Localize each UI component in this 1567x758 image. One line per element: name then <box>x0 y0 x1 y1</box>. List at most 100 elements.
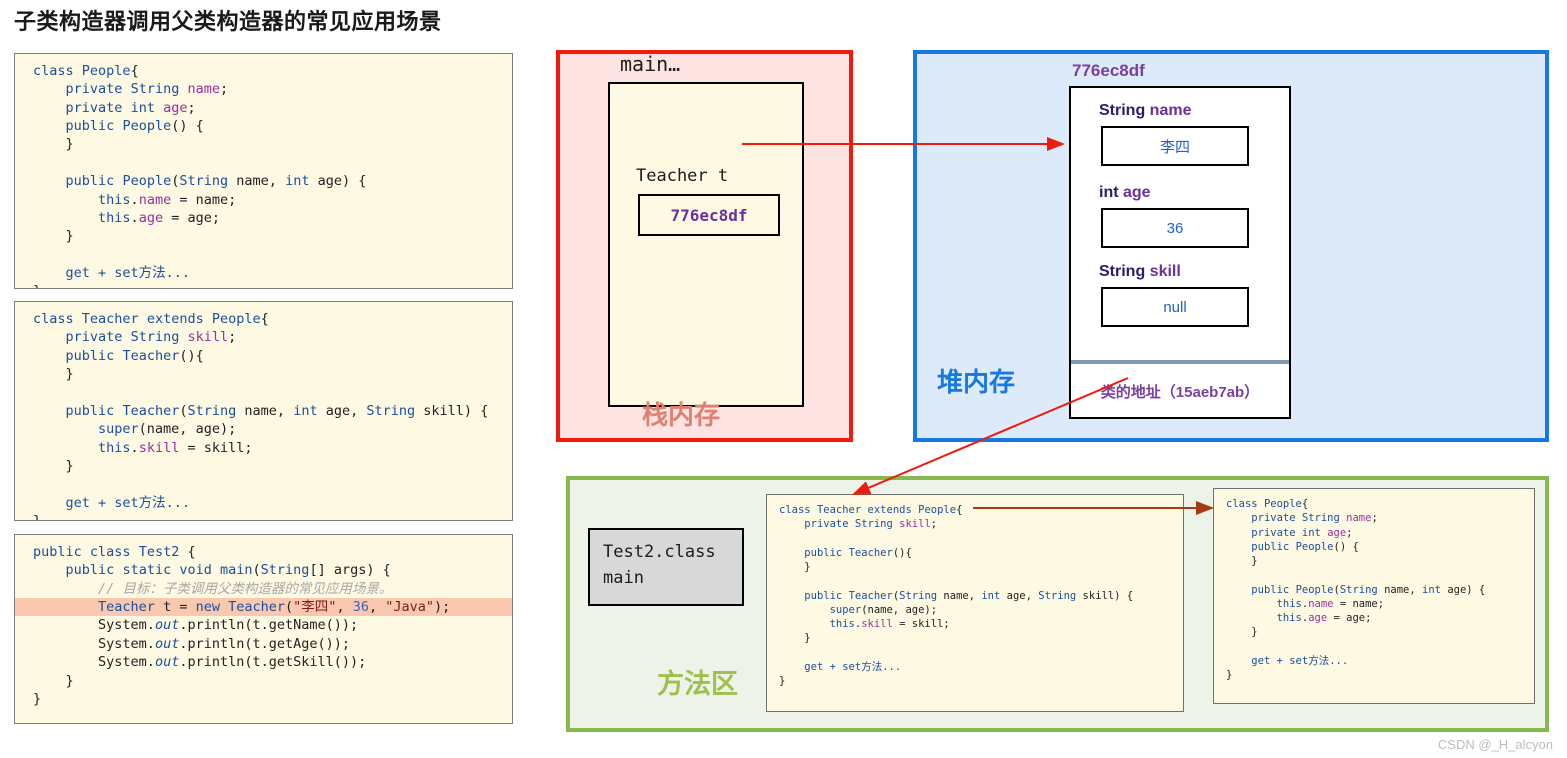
code-line: private String name; <box>65 81 229 98</box>
code-line: } <box>1251 555 1258 568</box>
code-line: get + set方法... <box>65 264 191 281</box>
heap-object-box: String name 李四 int age 36 String skill n… <box>1069 86 1291 419</box>
code-line: public People(String name, int age) { <box>1251 583 1486 596</box>
code-line: this.age = age; <box>1276 612 1372 625</box>
heap-field-label-name: String name <box>1099 102 1191 120</box>
code-block-teacher: class Teacher extends People{ private St… <box>14 301 513 521</box>
code-line: } <box>33 690 42 707</box>
code-line: } <box>65 672 74 689</box>
code-line: super(name, age); <box>829 603 938 616</box>
code-line: } <box>65 228 74 245</box>
class-file-box: Test2.class main <box>588 528 744 606</box>
code-line: this.age = age; <box>98 209 220 226</box>
code-line: public Teacher(String name, int age, Str… <box>804 589 1134 602</box>
code-line: private String skill; <box>65 329 237 346</box>
code-line: public Teacher(){ <box>804 546 912 559</box>
code-line: this.name = name; <box>1276 597 1385 610</box>
stack-memory-region: main… Teacher t 776ec8df 栈内存 <box>556 50 853 442</box>
code-line: private String skill; <box>804 518 938 531</box>
page-title: 子类构造器调用父类构造器的常见应用场景 <box>14 9 442 34</box>
class-file-member: main <box>603 568 644 589</box>
code-line: this.skill = skill; <box>98 439 253 456</box>
stack-variable-value: 776ec8df <box>670 205 748 225</box>
code-line: public People() { <box>1251 540 1359 553</box>
heap-memory-region: 776ec8df String name 李四 int age 36 Strin… <box>913 50 1549 442</box>
stack-memory-label: 栈内存 <box>642 400 721 430</box>
heap-field-label-age: int age <box>1099 184 1151 202</box>
field-name: skill <box>1149 263 1181 280</box>
field-value: null <box>1163 298 1187 316</box>
stack-variable-label: Teacher t <box>636 166 729 186</box>
method-area-region: Test2.class main 方法区 class Teacher exten… <box>566 476 1549 732</box>
code-line: public class Test2 { <box>33 544 196 560</box>
code-line: System.out.println(t.getSkill()); <box>98 654 367 671</box>
code-line: } <box>65 457 74 474</box>
heap-class-address-row: 类的地址（15aeb7ab） <box>1071 364 1289 419</box>
field-name: name <box>1149 102 1192 119</box>
code-line: private String name; <box>1251 512 1378 525</box>
code-line: } <box>65 366 74 383</box>
heap-field-value-box-age: 36 <box>1101 208 1249 248</box>
code-line: class People{ <box>33 63 139 79</box>
code-line: public People() { <box>65 118 204 135</box>
method-area-label: 方法区 <box>657 669 738 699</box>
code-line: get + set方法... <box>65 494 191 511</box>
code-line: public static void main(String[] args) { <box>65 562 391 579</box>
code-line: this.skill = skill; <box>829 618 950 631</box>
field-type: String <box>1099 102 1146 119</box>
code-line: public Teacher(){ <box>65 347 204 364</box>
class-file-name: Test2.class <box>603 542 716 562</box>
heap-class-address-label: 类的地址（15aeb7ab） <box>1100 384 1260 401</box>
heap-field-label-skill: String skill <box>1099 263 1181 281</box>
code-line: System.out.println(t.getName()); <box>98 617 359 634</box>
field-type: String <box>1099 263 1146 280</box>
code-line: get + set方法... <box>1251 654 1349 667</box>
code-line: public People(String name, int age) { <box>65 173 367 190</box>
code-line: } <box>804 561 811 574</box>
code-line: private int age; <box>1251 526 1353 539</box>
code-line: class Teacher extends People{ <box>33 311 269 327</box>
code-line: get + set方法... <box>804 660 902 673</box>
code-line: class Teacher extends People{ <box>779 504 963 516</box>
code-line: super(name, age); <box>98 421 237 438</box>
heap-object-address: 776ec8df <box>1072 61 1145 80</box>
method-area-code-people: class People{ private String name; priva… <box>1213 488 1535 704</box>
code-line: } <box>1251 626 1258 639</box>
method-area-code-teacher: class Teacher extends People{ private St… <box>766 494 1184 712</box>
field-value: 李四 <box>1159 138 1190 156</box>
code-line-highlighted: Teacher t = new Teacher("李四", 36, "Java"… <box>15 598 512 617</box>
stack-variable-value-box: 776ec8df <box>638 194 780 236</box>
code-block-test2: public class Test2 { public static void … <box>14 534 513 724</box>
code-line: } <box>1226 669 1233 682</box>
heap-memory-label: 堆内存 <box>937 367 1016 397</box>
stack-frame-title: main… <box>620 52 681 76</box>
watermark: CSDN @_H_alcyon <box>1437 737 1553 752</box>
field-type: int <box>1099 184 1119 201</box>
code-block-people: class People{ private String name; priva… <box>14 53 513 289</box>
code-line-comment: // 目标：子类调用父类构造器的常见应用场景。 <box>98 580 393 597</box>
code-line: class People{ <box>1226 498 1309 510</box>
code-line: public Teacher(String name, int age, Str… <box>65 402 489 419</box>
code-line: } <box>804 632 811 645</box>
code-line: } <box>65 136 74 153</box>
heap-field-value-box-skill: null <box>1101 287 1249 327</box>
heap-field-value-box-name: 李四 <box>1101 126 1249 166</box>
code-line: System.out.println(t.getAge()); <box>98 635 351 652</box>
code-line: } <box>779 675 786 688</box>
field-name: age <box>1123 184 1151 201</box>
code-line: this.name = name; <box>98 191 237 208</box>
code-line: } <box>33 282 512 288</box>
field-value: 36 <box>1166 219 1184 237</box>
code-line: private int age; <box>65 99 196 116</box>
stack-frame-box: Teacher t 776ec8df <box>608 82 804 407</box>
code-line: } <box>33 512 42 521</box>
